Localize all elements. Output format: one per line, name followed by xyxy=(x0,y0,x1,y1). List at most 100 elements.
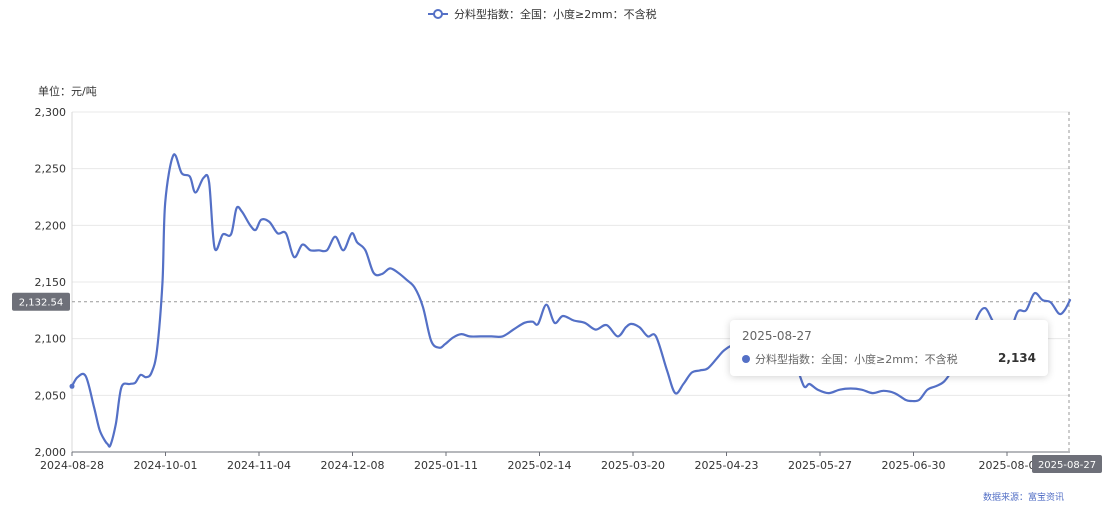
data-point[interactable] xyxy=(860,388,864,392)
data-source-label[interactable]: 数据来源：富宝资讯 xyxy=(983,491,1064,503)
data-point[interactable] xyxy=(84,374,88,378)
data-point[interactable] xyxy=(114,422,118,426)
data-point[interactable] xyxy=(133,381,137,385)
data-point[interactable] xyxy=(155,348,159,352)
data-point[interactable] xyxy=(267,220,271,224)
data-point[interactable] xyxy=(213,246,217,250)
data-point[interactable] xyxy=(276,231,280,235)
data-point[interactable] xyxy=(849,387,853,391)
data-point[interactable] xyxy=(531,320,535,324)
data-point[interactable] xyxy=(193,191,197,195)
data-point[interactable] xyxy=(292,255,296,259)
data-point[interactable] xyxy=(240,210,244,214)
data-point[interactable] xyxy=(1063,308,1067,312)
data-point[interactable] xyxy=(646,334,650,338)
data-point[interactable] xyxy=(616,334,620,338)
data-point[interactable] xyxy=(827,391,831,395)
data-point[interactable] xyxy=(150,371,154,375)
data-point[interactable] xyxy=(629,322,633,326)
data-point[interactable] xyxy=(355,240,359,244)
data-point[interactable] xyxy=(1016,310,1020,314)
data-point[interactable] xyxy=(144,375,148,379)
data-point[interactable] xyxy=(396,271,400,275)
data-point[interactable] xyxy=(333,235,337,239)
data-point[interactable] xyxy=(1032,291,1036,295)
data-point[interactable] xyxy=(363,248,367,252)
data-point[interactable] xyxy=(572,319,576,323)
data-point[interactable] xyxy=(871,391,875,395)
data-point[interactable] xyxy=(451,336,455,340)
data-point[interactable] xyxy=(1068,298,1072,302)
data-point[interactable] xyxy=(665,368,669,372)
data-point[interactable] xyxy=(92,405,96,409)
data-point[interactable] xyxy=(925,388,929,392)
data-point[interactable] xyxy=(76,375,80,379)
data-point[interactable] xyxy=(229,232,233,236)
data-point[interactable] xyxy=(388,266,392,270)
data-point[interactable] xyxy=(723,348,727,352)
data-point[interactable] xyxy=(638,325,642,329)
data-point[interactable] xyxy=(706,366,710,370)
data-point[interactable] xyxy=(161,280,165,284)
data-point[interactable] xyxy=(405,278,409,282)
data-point[interactable] xyxy=(221,232,225,236)
data-point[interactable] xyxy=(413,286,417,290)
data-point[interactable] xyxy=(443,342,447,346)
data-point[interactable] xyxy=(594,328,598,332)
data-point[interactable] xyxy=(522,321,526,325)
data-point[interactable] xyxy=(171,153,175,157)
data-point[interactable] xyxy=(904,398,908,402)
data-point[interactable] xyxy=(511,328,515,332)
data-point[interactable] xyxy=(816,388,820,392)
data-point[interactable] xyxy=(501,334,505,338)
data-point[interactable] xyxy=(139,373,143,377)
data-point[interactable] xyxy=(934,384,938,388)
data-point[interactable] xyxy=(544,303,548,307)
data-point[interactable] xyxy=(882,389,886,393)
data-point[interactable] xyxy=(325,248,329,252)
data-point[interactable] xyxy=(536,322,540,326)
data-point[interactable] xyxy=(207,180,211,184)
legend[interactable]: 分料型指数：全国：小度≥2mm：不含税 xyxy=(428,7,657,21)
data-point[interactable] xyxy=(654,334,658,338)
data-point[interactable] xyxy=(838,388,842,392)
data-point[interactable] xyxy=(942,380,946,384)
data-point[interactable] xyxy=(119,385,123,389)
data-point[interactable] xyxy=(309,248,313,252)
data-point[interactable] xyxy=(583,321,587,325)
data-point[interactable] xyxy=(300,243,304,247)
data-point[interactable] xyxy=(605,323,609,327)
data-point[interactable] xyxy=(259,218,263,222)
data-point[interactable] xyxy=(717,354,721,358)
data-point[interactable] xyxy=(429,339,433,343)
data-point[interactable] xyxy=(202,176,206,180)
data-point[interactable] xyxy=(698,368,702,372)
data-point[interactable] xyxy=(553,321,557,325)
data-point[interactable] xyxy=(490,334,494,338)
data-point[interactable] xyxy=(372,271,376,275)
data-point[interactable] xyxy=(561,314,565,318)
data-point[interactable] xyxy=(1049,300,1053,304)
data-point[interactable] xyxy=(1041,298,1045,302)
data-point[interactable] xyxy=(802,384,806,388)
data-point[interactable] xyxy=(317,248,321,252)
data-point[interactable] xyxy=(437,346,441,350)
data-point[interactable] xyxy=(248,223,252,227)
data-point[interactable] xyxy=(983,306,987,310)
data-point[interactable] xyxy=(97,427,101,431)
data-point[interactable] xyxy=(341,248,345,252)
data-point[interactable] xyxy=(909,399,913,403)
data-point[interactable] xyxy=(235,206,239,210)
data-point[interactable] xyxy=(108,443,112,447)
series-line[interactable] xyxy=(70,153,1072,448)
data-point[interactable] xyxy=(624,325,628,329)
data-point[interactable] xyxy=(673,391,677,395)
data-point[interactable] xyxy=(180,171,184,175)
data-point[interactable] xyxy=(284,231,288,235)
data-point[interactable] xyxy=(893,391,897,395)
data-point[interactable] xyxy=(254,228,258,232)
data-point[interactable] xyxy=(188,175,192,179)
data-point[interactable] xyxy=(479,334,483,338)
data-point[interactable] xyxy=(421,305,425,309)
data-point[interactable] xyxy=(350,231,354,235)
